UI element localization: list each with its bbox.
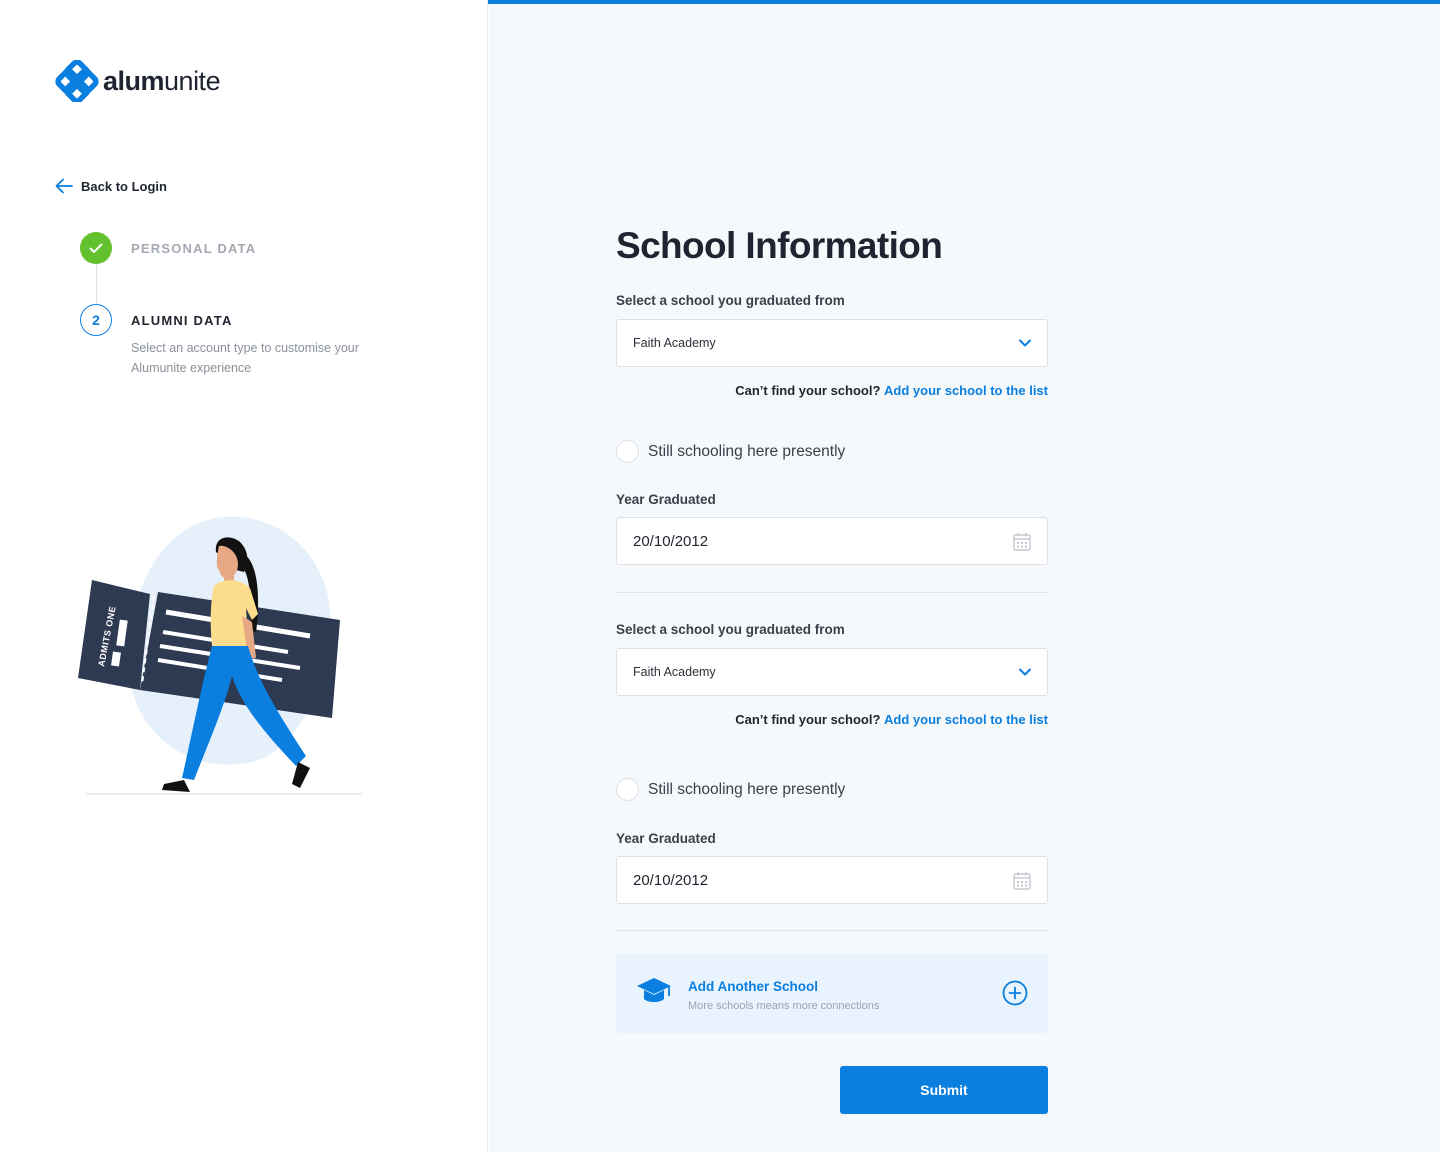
main-panel: School Information Select a school you g… [489,4,1440,1152]
calendar-icon [1013,871,1031,890]
step-description: Select an account type to customise your… [131,341,359,375]
cant-find-school-question: Can’t find your school? [735,383,881,398]
year-graduated-label: Year Graduated [616,831,716,846]
still-schooling-radio[interactable] [616,778,639,801]
school-entry-1: Select a school you graduated from Faith… [616,293,1048,398]
logo-wordmark: alumunite [103,65,221,96]
still-schooling-radio[interactable] [616,440,639,463]
year-graduated-value: 20/10/2012 [633,871,709,889]
school-select-value: Faith Academy [633,336,716,350]
still-schooling-label: Still schooling here presently [648,442,846,460]
back-to-login-link[interactable]: Back to Login [55,178,167,194]
ticket-stub [78,580,150,690]
add-another-school-title: Add Another School [688,979,818,994]
alumunite-logo-icon [55,60,99,102]
add-school-link[interactable]: Add your school to the list [884,712,1048,727]
cant-find-school-help: Can’t find your school? Add your school … [616,383,1048,398]
add-another-school-card[interactable]: Add Another School More schools means mo… [616,953,1048,1033]
still-schooling-option-1[interactable]: Still schooling here presently [616,440,845,463]
school-select[interactable]: Faith Academy [616,648,1048,696]
year-graduated-2: Year Graduated 20/10/2012 [616,831,1048,904]
school-entry-2: Select a school you graduated from Faith… [616,622,1048,727]
calendar-icon [1013,532,1031,551]
step-number-badge: 2 [80,304,112,336]
section-divider [616,930,1048,931]
checkmark-icon [89,243,103,253]
year-graduated-1: Year Graduated 20/10/2012 [616,492,1048,565]
back-to-login-label: Back to Login [81,178,167,194]
plus-circle-icon[interactable] [1002,980,1028,1006]
page-title: School Information [616,225,943,266]
still-schooling-option-2[interactable]: Still schooling here presently [616,778,845,801]
cant-find-school-question: Can’t find your school? [735,712,881,727]
left-panel: alumunite Back to Login PERSONAL DATA 2 … [0,0,488,1152]
logo: alumunite [55,60,221,102]
add-another-school-subtitle: More schools means more connections [688,1000,880,1012]
arrow-left-icon [55,178,73,194]
cant-find-school-help: Can’t find your school? Add your school … [616,712,1048,727]
still-schooling-label: Still schooling here presently [648,780,846,798]
step-complete-badge [80,232,112,264]
year-graduated-label: Year Graduated [616,492,716,507]
school-select-label: Select a school you graduated from [616,622,845,637]
year-graduated-input[interactable]: 20/10/2012 [616,856,1048,904]
year-graduated-input[interactable]: 20/10/2012 [616,517,1048,565]
section-divider [616,592,1048,593]
graduation-cap-icon [637,978,671,1002]
step-connector [95,264,97,304]
add-school-link[interactable]: Add your school to the list [884,383,1048,398]
step-title: ALUMNI DATA [131,313,233,328]
school-select-label: Select a school you graduated from [616,293,845,308]
step-title: PERSONAL DATA [131,241,257,256]
chevron-down-icon [1019,339,1031,347]
submit-button[interactable]: Submit [840,1066,1048,1114]
school-select-value: Faith Academy [633,665,716,679]
year-graduated-value: 20/10/2012 [633,532,709,550]
ticket-girl-illustration: ADMITS ONE [78,516,362,795]
school-select[interactable]: Faith Academy [616,319,1048,367]
chevron-down-icon [1019,668,1031,676]
